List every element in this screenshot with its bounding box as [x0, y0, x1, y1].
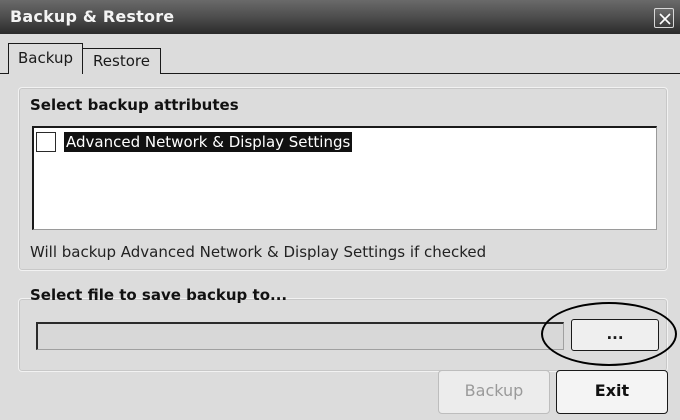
- tab-backup[interactable]: Backup: [8, 43, 83, 74]
- backup-attributes-list[interactable]: Advanced Network & Display Settings: [32, 126, 657, 230]
- title-bar[interactable]: Backup & Restore: [0, 0, 680, 34]
- advanced-settings-label[interactable]: Advanced Network & Display Settings: [64, 132, 353, 152]
- backup-restore-window: Backup & Restore Backup Restore Select b…: [0, 0, 680, 420]
- backup-file-path-field[interactable]: [36, 322, 564, 350]
- exit-button[interactable]: Exit: [556, 370, 668, 414]
- advanced-settings-checkbox[interactable]: [36, 132, 56, 152]
- window-title: Backup & Restore: [10, 7, 175, 26]
- backup-file-title: Select file to save backup to...: [30, 286, 288, 304]
- backup-button[interactable]: Backup: [438, 370, 550, 414]
- backup-hint-text: Will backup Advanced Network & Display S…: [30, 243, 487, 261]
- close-icon: [659, 13, 671, 25]
- browse-button[interactable]: ...: [571, 319, 659, 351]
- tab-restore[interactable]: Restore: [83, 48, 161, 74]
- close-button[interactable]: [654, 8, 674, 28]
- backup-attributes-title: Select backup attributes: [30, 96, 239, 114]
